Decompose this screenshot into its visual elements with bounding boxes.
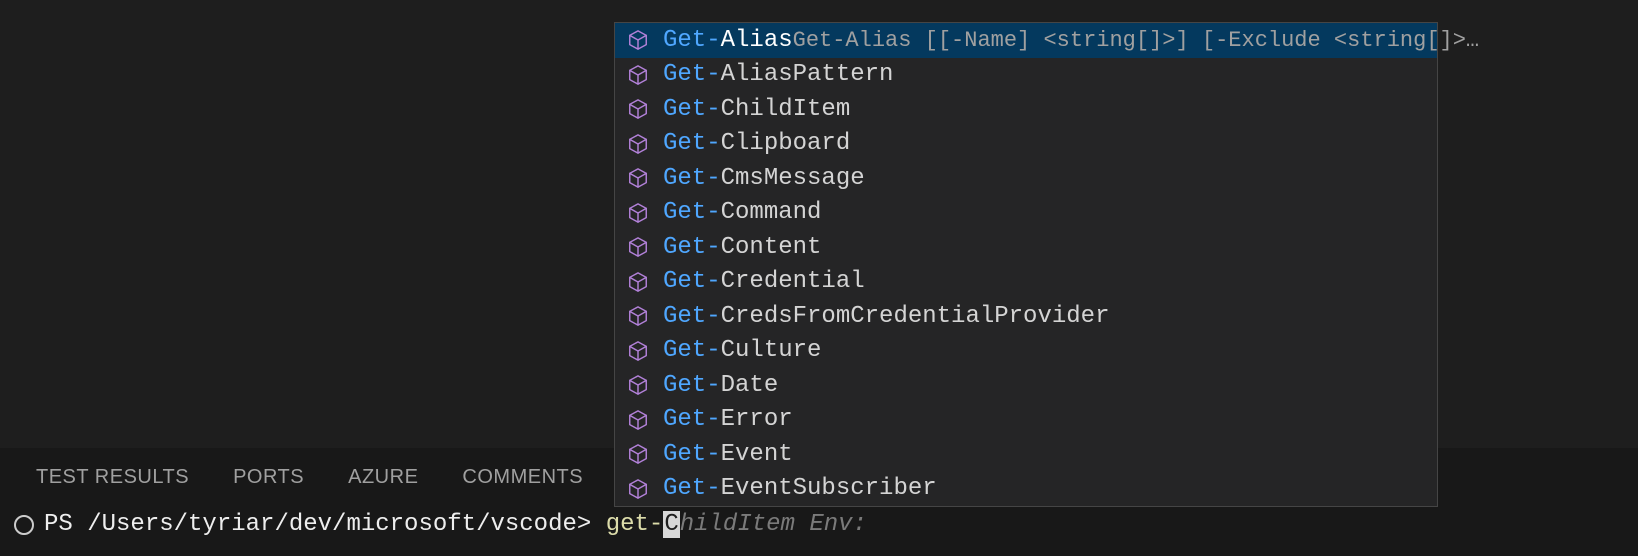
suggest-rest: Content [721,234,822,261]
cube-icon [627,374,649,396]
terminal-cursor: C [663,511,679,538]
cube-icon [627,236,649,258]
suggest-rest: Clipboard [721,130,851,157]
suggest-item[interactable]: Get-Clipboard [615,127,1437,162]
suggest-match: Get- [663,337,721,364]
suggest-rest: EventSubscriber [721,475,937,502]
suggest-match: Get- [663,268,721,295]
suggest-rest: CmsMessage [721,165,865,192]
suggest-item[interactable]: Get-CredsFromCredentialProvider [615,299,1437,334]
terminal-ghost-text: hildItem Env: [680,511,867,538]
suggest-item[interactable]: Get-AliasGet-Alias [[-Name] <string[]>] … [615,23,1437,58]
suggest-item[interactable]: Get-ChildItem [615,92,1437,127]
suggest-match: Get- [663,130,721,157]
suggest-item[interactable]: Get-EventSubscriber [615,472,1437,507]
suggest-rest: AliasPattern [721,61,894,88]
suggest-match: Get- [663,303,721,330]
suggest-rest: Culture [721,337,822,364]
suggest-match: Get- [663,234,721,261]
suggest-rest: Event [721,441,793,468]
suggest-rest: Alias [721,27,793,54]
suggest-match: Get- [663,475,721,502]
suggest-item[interactable]: Get-Credential [615,265,1437,300]
cube-icon [627,305,649,327]
suggest-item[interactable]: Get-CmsMessage [615,161,1437,196]
gutter-circle-icon [14,515,34,535]
suggest-match: Get- [663,27,721,54]
cube-icon [627,340,649,362]
cube-icon [627,202,649,224]
suggest-item[interactable]: Get-Culture [615,334,1437,369]
suggest-match: Get- [663,199,721,226]
suggest-rest: CredsFromCredentialProvider [721,303,1110,330]
suggest-item[interactable]: Get-Content [615,230,1437,265]
suggest-rest: Date [721,372,779,399]
suggest-match: Get- [663,441,721,468]
suggest-item[interactable]: Get-Command [615,196,1437,231]
cube-icon [627,167,649,189]
suggest-match: Get- [663,406,721,433]
tab-comments[interactable]: COMMENTS [462,466,583,489]
suggest-match: Get- [663,96,721,123]
cube-icon [627,409,649,431]
terminal-input-line[interactable]: PS /Users/tyriar/dev/microsoft/vscode> g… [0,505,1638,556]
cube-icon [627,478,649,500]
suggest-match: Get- [663,372,721,399]
cube-icon [627,271,649,293]
cube-icon [627,64,649,86]
suggest-rest: Error [721,406,793,433]
cube-icon [627,29,649,51]
terminal-typed-text: get- [606,511,664,538]
terminal-prompt: PS /Users/tyriar/dev/microsoft/vscode> [44,511,606,538]
tab-ports[interactable]: PORTS [233,466,304,489]
suggest-rest: Credential [721,268,865,295]
suggest-item[interactable]: Get-Event [615,437,1437,472]
cube-icon [627,443,649,465]
tab-test-results[interactable]: TEST RESULTS [36,466,189,489]
suggest-match: Get- [663,165,721,192]
suggest-rest: ChildItem [721,96,851,123]
suggest-item[interactable]: Get-Date [615,368,1437,403]
cube-icon [627,98,649,120]
suggest-match: Get- [663,61,721,88]
suggest-rest: Command [721,199,822,226]
suggest-widget[interactable]: Get-AliasGet-Alias [[-Name] <string[]>] … [614,22,1438,507]
tab-azure[interactable]: AZURE [348,466,418,489]
cube-icon [627,133,649,155]
suggest-item[interactable]: Get-Error [615,403,1437,438]
suggest-item[interactable]: Get-AliasPattern [615,58,1437,93]
suggest-signature: Get-Alias [[-Name] <string[]>] [-Exclude… [793,28,1490,53]
